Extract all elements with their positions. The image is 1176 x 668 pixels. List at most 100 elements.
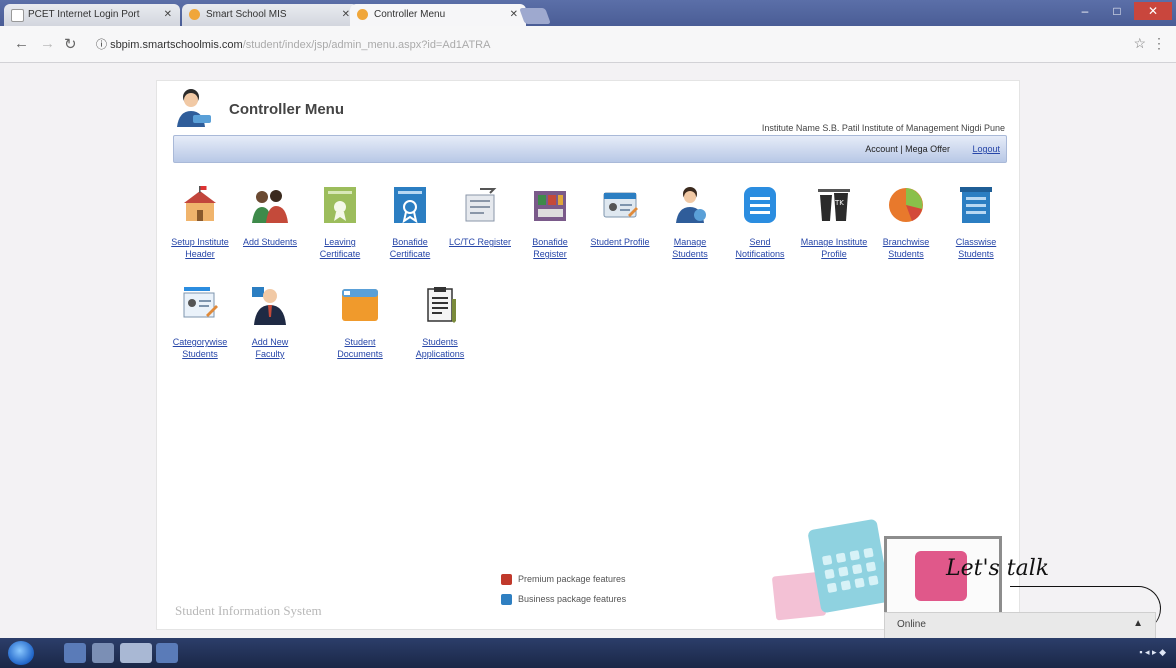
chat-heading: Let's talk <box>946 556 1050 581</box>
explorer-icon[interactable] <box>64 643 86 663</box>
chat-status-bar[interactable]: Online ▲ <box>884 612 1156 640</box>
legend-premium-label: Premium package features <box>518 574 626 584</box>
svg-text:TK: TK <box>834 199 844 207</box>
bookmark-star-icon[interactable]: ☆ <box>1133 35 1146 52</box>
menu-item-label: Branchwise Students <box>882 237 930 259</box>
application-form-icon <box>427 287 456 323</box>
legend-premium: Premium package features <box>501 569 626 589</box>
tab-title: PCET Internet Login Port <box>28 9 140 20</box>
menu-item-lc-tc-register[interactable]: LC/TC Register <box>447 185 513 248</box>
account-bar: Account | Mega Offer Logout <box>173 135 1007 163</box>
menu-item-classwise-students[interactable]: Classwise Students <box>943 185 1009 260</box>
reload-icon[interactable]: ↻ <box>64 35 77 53</box>
students-group-icon <box>252 190 288 223</box>
close-tab-icon[interactable]: ✕ <box>164 4 172 26</box>
menu-item-label: Add Students <box>242 237 298 247</box>
user-avatar-icon <box>177 89 211 127</box>
legend-business-label: Business package features <box>518 594 627 604</box>
menu-item-label: Send Notifications <box>735 237 785 259</box>
menu-item-label: Manage Institute Profile <box>800 237 868 259</box>
menu-item-students-applications[interactable]: Students Applications <box>407 285 473 360</box>
menu-item-student-profile[interactable]: Student Profile <box>587 185 653 248</box>
taskbar-app-icon[interactable] <box>156 643 178 663</box>
media-player-icon[interactable] <box>92 643 114 663</box>
chat-status: Online <box>897 619 926 630</box>
tab-title: Smart School MIS <box>206 9 287 20</box>
menu-item-label: LC/TC Register <box>448 237 511 247</box>
menu-item-add-new-faculty[interactable]: Add New Faculty <box>237 285 303 360</box>
new-tab-button[interactable] <box>519 8 551 24</box>
mega-offer-link[interactable]: Mega Offer <box>905 144 950 154</box>
logout-link[interactable]: Logout <box>972 144 1000 154</box>
faculty-icon <box>252 287 286 325</box>
page-favicon-icon <box>357 9 368 20</box>
page-title: Controller Menu <box>229 101 344 118</box>
menu-item-bonafide-register[interactable]: Bonafide Register <box>517 185 583 260</box>
legend-business: Business package features <box>501 589 626 609</box>
menu-item-categorywise-students[interactable]: Categorywise Students <box>167 285 233 360</box>
register-icon <box>465 188 497 222</box>
close-tab-icon[interactable]: ✕ <box>342 4 350 26</box>
address-bar: ← → ↻ ⓘ sbpim.smartschoolmis.com/student… <box>0 26 1176 63</box>
url-host: sbpim.smartschoolmis.com <box>110 39 243 51</box>
category-card-icon <box>183 287 218 318</box>
menu-item-label: Bonafide Register <box>532 237 568 259</box>
back-arrow-icon[interactable]: ← <box>14 35 29 52</box>
institute-profile-icon: TK <box>818 189 850 221</box>
account-link[interactable]: Account <box>865 144 898 154</box>
tab-smart-school[interactable]: Smart School MIS ✕ <box>182 4 358 26</box>
browser-tab-strip: PCET Internet Login Port ✕ Smart School … <box>0 0 1176 26</box>
menu-item-student-documents[interactable]: Student Documents <box>327 285 393 360</box>
package-legend: Premium package features Business packag… <box>501 569 626 609</box>
forward-arrow-icon[interactable]: → <box>40 35 55 52</box>
account-links: Account | Mega Offer <box>865 144 950 154</box>
calculator-illustration <box>807 518 891 614</box>
tab-controller-menu[interactable]: Controller Menu ✕ <box>350 4 526 26</box>
minimize-icon[interactable]: – <box>1070 2 1100 20</box>
folder-icon <box>342 289 378 321</box>
menu-item-label: Student Documents <box>337 337 383 359</box>
menu-item-branchwise-students[interactable]: Branchwise Students <box>873 185 939 260</box>
menu-item-label: Setup Institute Header <box>171 237 229 259</box>
menu-item-bonafide-certificate[interactable]: Bonafide Certificate <box>377 185 443 260</box>
menu-item-manage-institute-profile[interactable]: TK Manage Institute Profile <box>797 185 871 260</box>
manage-students-icon <box>676 187 706 223</box>
menu-item-manage-students[interactable]: Manage Students <box>657 185 723 260</box>
close-window-icon[interactable]: ✕ <box>1134 2 1172 20</box>
menu-item-label: Leaving Certificate <box>319 237 361 259</box>
class-list-icon <box>960 187 992 223</box>
premium-package-icon <box>501 573 512 585</box>
menu-item-setup-institute-header[interactable]: Setup Institute Header <box>167 185 233 260</box>
tab-pcet-login[interactable]: PCET Internet Login Port ✕ <box>4 4 180 26</box>
menu-item-label: Classwise Students <box>955 237 997 259</box>
chevron-up-icon[interactable]: ▲ <box>1133 618 1143 629</box>
leaving-certificate-icon <box>324 187 356 223</box>
school-building-icon <box>184 186 216 221</box>
bonafide-register-icon <box>534 191 566 221</box>
menu-item-label: Bonafide Certificate <box>389 237 431 259</box>
tab-title: Controller Menu <box>374 9 446 20</box>
start-button[interactable] <box>8 641 34 665</box>
info-icon: ⓘ <box>96 39 111 51</box>
url-field[interactable]: ⓘ sbpim.smartschoolmis.com/student/index… <box>96 36 490 52</box>
menu-item-send-notifications[interactable]: Send Notifications <box>727 185 793 260</box>
close-tab-icon[interactable]: ✕ <box>510 4 518 26</box>
menu-item-label: Student Profile <box>590 237 650 247</box>
chrome-icon[interactable] <box>120 643 152 663</box>
page-favicon-icon <box>189 9 200 20</box>
maximize-icon[interactable]: □ <box>1102 2 1132 20</box>
pie-chart-icon <box>889 188 923 222</box>
menu-item-label: Students Applications <box>415 337 465 359</box>
menu-item-label: Categorywise Students <box>172 337 228 359</box>
url-path: /student/index/jsp/admin_menu.aspx?id=Ad… <box>242 39 491 51</box>
menu-item-leaving-certificate[interactable]: Leaving Certificate <box>307 185 373 260</box>
notification-icon <box>744 187 776 223</box>
footer-text: Student Information System <box>175 603 322 618</box>
menu-item-add-students[interactable]: Add Students <box>237 185 303 248</box>
menu-item-label: Manage Students <box>672 237 708 259</box>
student-profile-icon <box>603 192 638 218</box>
system-tray[interactable]: ▪ ◂ ▸ ◆ <box>1139 647 1166 658</box>
institute-name: Institute Name S.B. Patil Institute of M… <box>761 123 1005 133</box>
bonafide-certificate-icon <box>394 187 426 224</box>
browser-menu-icon[interactable]: ⋮ <box>1152 35 1166 52</box>
